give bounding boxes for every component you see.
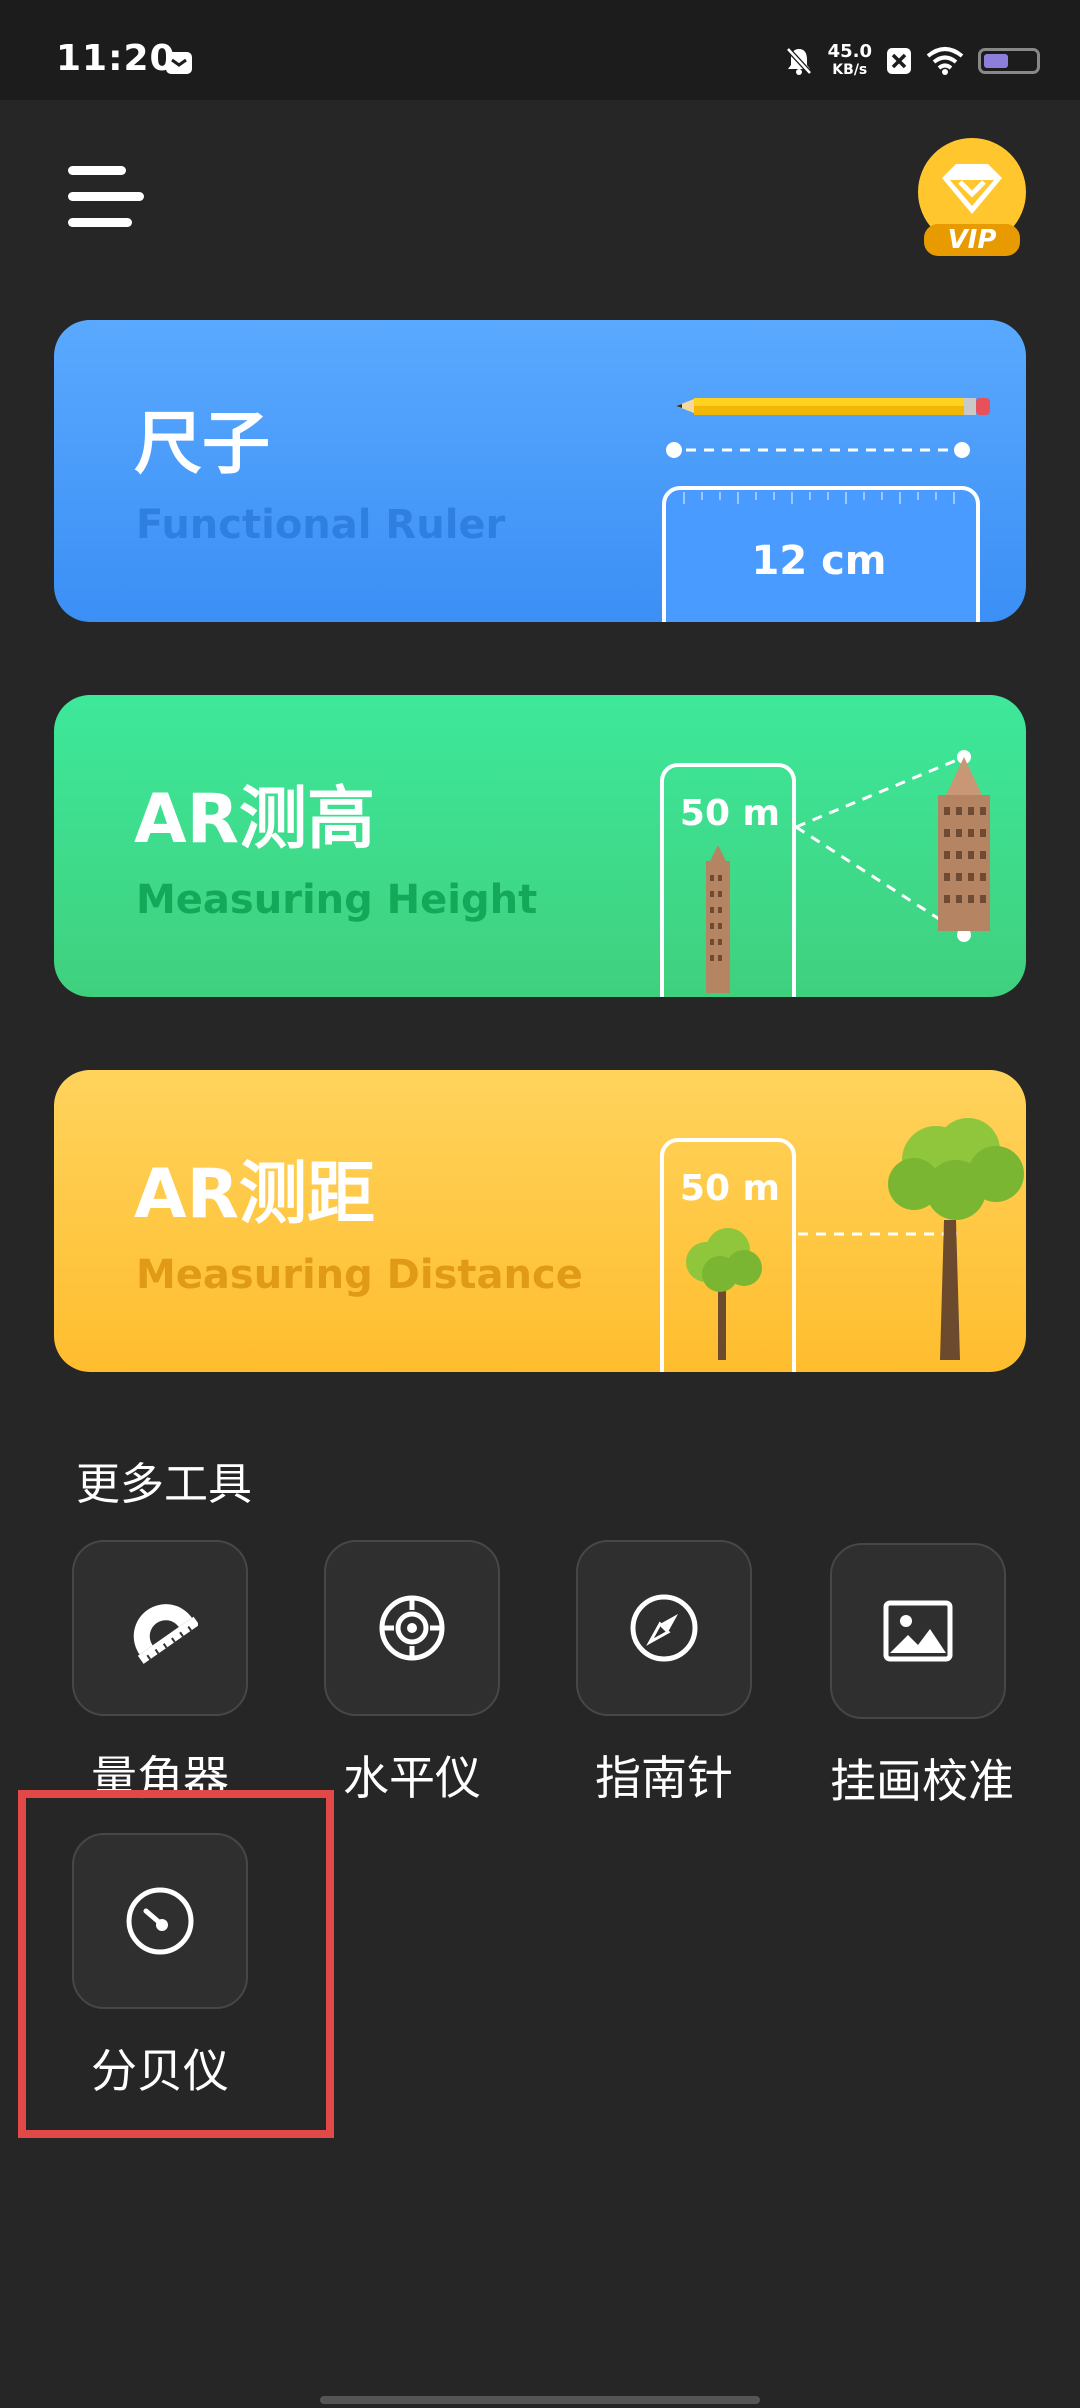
- ar-height-card[interactable]: AR测高 Measuring Height 50 m: [54, 695, 1026, 997]
- menu-button[interactable]: [64, 160, 148, 234]
- status-right-group: 45.0 KB/s: [784, 40, 1040, 82]
- ar-distance-card-subtitle: Measuring Distance: [136, 1252, 583, 1298]
- net-speed-value: 45.0: [827, 41, 872, 62]
- building-height-illustration: [660, 750, 990, 997]
- compass-icon: [630, 1594, 698, 1662]
- highlight-box: [18, 1790, 334, 2138]
- more-tools-title: 更多工具: [76, 1459, 252, 1510]
- protractor-icon: [133, 1604, 198, 1664]
- net-speed-unit: KB/s: [832, 62, 868, 78]
- ar-height-card-title: AR测高: [134, 780, 375, 859]
- tool-picture-calibration-label: 挂画校准: [830, 1754, 1014, 1808]
- message-notification-icon: [166, 52, 192, 74]
- tool-protractor-tile[interactable]: [72, 1540, 248, 1716]
- level-crosshair-icon: [379, 1595, 445, 1661]
- tool-compass-label: 指南针: [595, 1751, 733, 1805]
- tool-level[interactable]: 水平仪: [324, 1540, 500, 1808]
- ar-height-card-subtitle: Measuring Height: [136, 877, 538, 923]
- tool-compass-tile[interactable]: [576, 1540, 752, 1716]
- close-box-icon: [887, 48, 911, 74]
- status-time: 11:20: [56, 38, 176, 79]
- tool-picture-calibration-tile[interactable]: [830, 1543, 1006, 1719]
- ruler-card-subtitle: Functional Ruler: [136, 502, 506, 548]
- bell-muted-icon: [785, 47, 812, 75]
- status-bar: 11:20 45.0 KB/s: [0, 0, 1080, 100]
- ruler-card-title: 尺子: [134, 405, 271, 484]
- ar-height-art-label: 50 m: [679, 793, 781, 834]
- ruler-card-art-label: 12 cm: [751, 538, 887, 584]
- ar-distance-art-label: 50 m: [679, 1168, 781, 1209]
- ar-distance-card-title: AR测距: [134, 1155, 375, 1234]
- tool-picture-calibration[interactable]: 挂画校准: [830, 1543, 1014, 1811]
- wifi-icon: [926, 47, 964, 75]
- ruler-card[interactable]: 尺子 Functional Ruler 12 cm: [54, 320, 1026, 622]
- tree-distance-illustration: [660, 1118, 1024, 1372]
- tool-level-label: 水平仪: [343, 1751, 481, 1805]
- vip-button[interactable]: VIP: [914, 136, 1030, 260]
- tool-protractor[interactable]: 量角器: [72, 1540, 248, 1808]
- tool-level-tile[interactable]: [324, 1540, 500, 1716]
- battery-icon: [978, 48, 1040, 74]
- vip-label: VIP: [947, 225, 997, 255]
- net-speed: 45.0 KB/s: [828, 43, 872, 79]
- ar-distance-card[interactable]: AR测距 Measuring Distance 50 m: [54, 1070, 1026, 1372]
- home-indicator[interactable]: [320, 2396, 760, 2404]
- picture-icon: [883, 1600, 953, 1662]
- tool-compass[interactable]: 指南针: [576, 1540, 752, 1808]
